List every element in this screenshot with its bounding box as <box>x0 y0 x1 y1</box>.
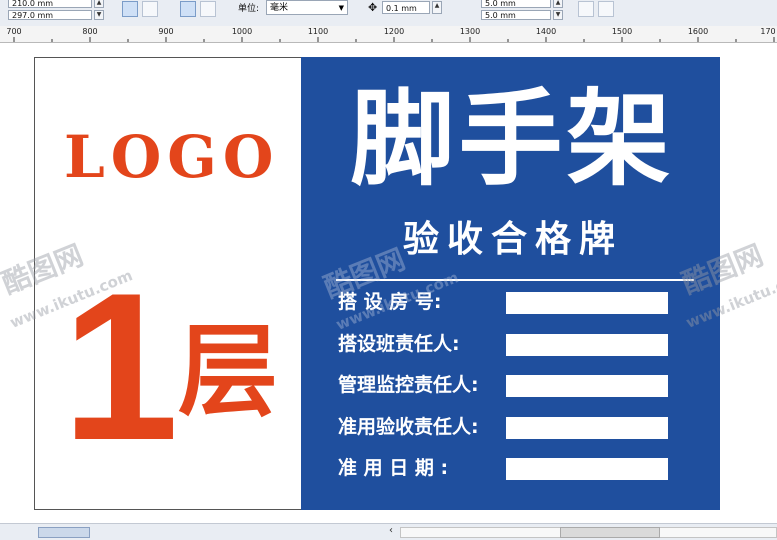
ruler-tick: 1300 <box>459 27 481 36</box>
duplicate-y-field[interactable]: 5.0 mm <box>481 10 551 20</box>
field-blank <box>506 375 668 397</box>
field-label: 准用验收责任人: <box>338 416 479 438</box>
ruler-tick: 1100 <box>307 27 329 36</box>
all-pages-button[interactable] <box>180 1 196 17</box>
field-label: 准 用 日 期 : <box>338 457 449 479</box>
ruler-tick: 170 <box>760 27 776 36</box>
current-page-button[interactable] <box>200 1 216 17</box>
chevron-down-icon: ▼ <box>338 4 344 12</box>
horizontal-scroll-thumb[interactable] <box>560 527 660 538</box>
units-value: 毫米 <box>270 3 289 13</box>
logo-text: LOGO <box>64 123 280 191</box>
ruler-ticks <box>13 37 775 42</box>
field-label: 管理监控责任人: <box>338 374 479 396</box>
width-spinner[interactable]: ▲ <box>94 0 104 8</box>
sign-title: 脚手架 <box>350 78 675 200</box>
field-blank <box>506 292 668 314</box>
page-tab-scroll[interactable] <box>38 527 90 538</box>
field-blank <box>506 417 668 439</box>
ruler-tick: 1600 <box>687 27 709 36</box>
nudge-spinner[interactable]: ▲ <box>432 1 442 14</box>
nudge-field[interactable]: 0.1 mm <box>382 1 430 14</box>
landscape-button[interactable] <box>142 1 158 17</box>
bottom-scrollbar-area: ‹ <box>0 523 777 540</box>
property-toolbar: 210.0 mm ▲ 297.0 mm ▼ 单位: 毫米 ▼ ✥ 0.1 mm ▲… <box>0 0 777 27</box>
duplicate-x-field[interactable]: 5.0 mm <box>481 0 551 8</box>
units-label: 单位: <box>238 4 260 14</box>
field-blank <box>506 458 668 480</box>
treat-as-filled-button[interactable] <box>598 1 614 17</box>
floor-char: 层 <box>178 313 278 430</box>
dup-x-spinner[interactable]: ▲ <box>553 0 563 8</box>
units-select[interactable]: 毫米 ▼ <box>266 0 348 15</box>
portrait-button[interactable] <box>122 1 138 17</box>
field-label: 搭设班责任人: <box>338 333 460 355</box>
ruler-tick: 700 <box>6 27 22 36</box>
scroll-left-arrow-icon[interactable]: ‹ <box>389 525 393 536</box>
height-spinner[interactable]: ▼ <box>94 10 104 20</box>
object-grid-button[interactable] <box>578 1 594 17</box>
ruler-tick: 1200 <box>383 27 405 36</box>
ruler-tick: 1500 <box>611 27 633 36</box>
ruler-tick: 800 <box>82 27 98 36</box>
page-height-field[interactable]: 297.0 mm <box>8 10 92 20</box>
horizontal-ruler[interactable]: 700 800 900 1000 1100 1200 1300 1400 150… <box>0 26 777 43</box>
ruler-tick: 1000 <box>231 27 253 36</box>
field-blank <box>506 334 668 356</box>
dup-y-spinner[interactable]: ▼ <box>553 10 563 20</box>
page-width-field[interactable]: 210.0 mm <box>8 0 92 8</box>
ruler-tick: 900 <box>158 27 174 36</box>
ruler-tick: 1400 <box>535 27 557 36</box>
nudge-icon: ✥ <box>368 1 378 14</box>
